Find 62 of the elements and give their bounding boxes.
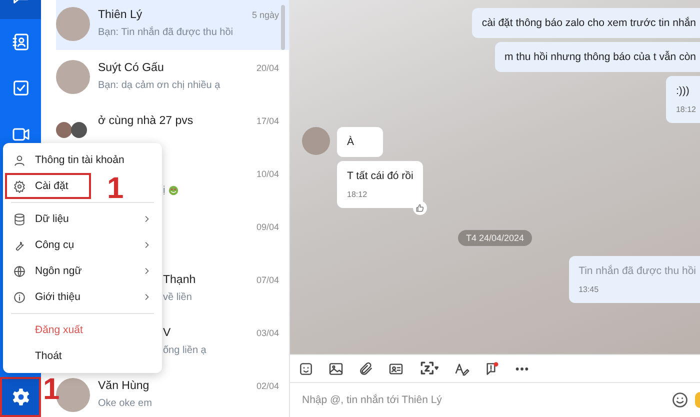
reaction-button[interactable] <box>413 201 428 215</box>
message-text: m thu hồi nhưng thông báo của t vẫn còn <box>504 51 696 63</box>
paperclip-icon[interactable] <box>358 360 374 376</box>
message-time: 18:12 <box>676 105 696 114</box>
reminder-icon[interactable] <box>484 360 500 376</box>
checkbox-icon <box>10 78 30 98</box>
message-text: :))) <box>676 85 690 97</box>
message-preview: Bạn: dạ cảm ơn chị nhiều ạ <box>98 80 220 90</box>
timestamp: 02/04 <box>256 381 279 391</box>
thumbs-up-icon <box>415 203 426 213</box>
timestamp: 03/04 <box>256 328 279 338</box>
date-divider: T4 24/04/2024 <box>458 230 532 246</box>
info-icon <box>13 290 26 304</box>
contact-name: V <box>163 327 171 339</box>
scrollbar-thumb[interactable] <box>281 5 285 50</box>
message-preview: Oke oke em <box>98 398 152 408</box>
message-time: 13:45 <box>578 285 600 294</box>
timestamp: 20/04 <box>256 63 279 73</box>
message-preview: Bạn: Tin nhắn đã được thu hồi <box>98 26 234 38</box>
gear-icon <box>13 180 26 192</box>
timestamp: 5 ngày <box>252 10 279 20</box>
contact-name: ở cùng nhà 27 pvs <box>98 115 194 127</box>
timestamp: 07/04 <box>256 275 279 285</box>
message-input[interactable]: Nhập @, tin nhắn tới Thiên Lý <box>300 393 671 407</box>
message-text: T tất cái đó rồi <box>347 170 414 182</box>
menu-item[interactable]: Đăng xuất <box>3 317 162 343</box>
contact-name: Thạnh <box>163 274 196 286</box>
database-icon <box>13 212 26 226</box>
conversation-item[interactable]: Suýt Có Gấu 20/04 Bạn: dạ cảm ơn chị nhiều ạ <box>56 50 289 103</box>
message-text: cài đặt thông báo zalo cho xem trước tin nhắn <box>482 17 696 29</box>
text-format-icon[interactable] <box>454 360 470 376</box>
avatar-photo <box>56 60 90 94</box>
menu-item[interactable]: Ngôn ngữ <box>3 258 162 284</box>
message-preview: ị <box>163 184 166 196</box>
conversation-item[interactable]: Thiên Lý 5 ngày Bạn: Tin nhắn đã được thu hồi <box>56 0 289 50</box>
menu-item[interactable]: Công cụ <box>3 232 162 258</box>
menu-item[interactable]: Thoát <box>3 343 162 369</box>
image-icon[interactable] <box>328 360 344 376</box>
message-text: Tin nhắn đã được thu hồi <box>578 265 696 277</box>
contact-name: Suýt Có Gấu <box>98 62 164 74</box>
callout-number: 1 <box>43 375 60 405</box>
menu-item[interactable]: Giới thiệu <box>3 284 162 310</box>
timestamp: 10/04 <box>256 169 279 179</box>
globe-icon <box>13 264 26 278</box>
message-time: 18:12 <box>347 190 368 199</box>
person-icon <box>13 154 26 166</box>
sticker-icon[interactable] <box>298 360 314 376</box>
settings-icon <box>10 387 30 407</box>
emoji-icon[interactable] <box>671 391 689 409</box>
avatar-photo <box>56 6 90 40</box>
menu-item[interactable]: Dữ liệu <box>3 206 162 232</box>
timestamp: 17/04 <box>256 116 279 126</box>
contact-name: Văn Hùng <box>98 380 150 392</box>
message-text: À <box>347 136 356 148</box>
emoji-icon <box>168 184 180 196</box>
contact-book-icon <box>10 32 30 52</box>
contact-name: Thiên Lý <box>98 9 142 21</box>
thumbs-up-icon[interactable] <box>695 392 700 408</box>
message-preview: về liền <box>163 292 192 302</box>
settings-button[interactable] <box>0 377 41 417</box>
message-preview: ống liền ạ <box>163 344 206 356</box>
contact-card-icon[interactable] <box>388 360 404 376</box>
